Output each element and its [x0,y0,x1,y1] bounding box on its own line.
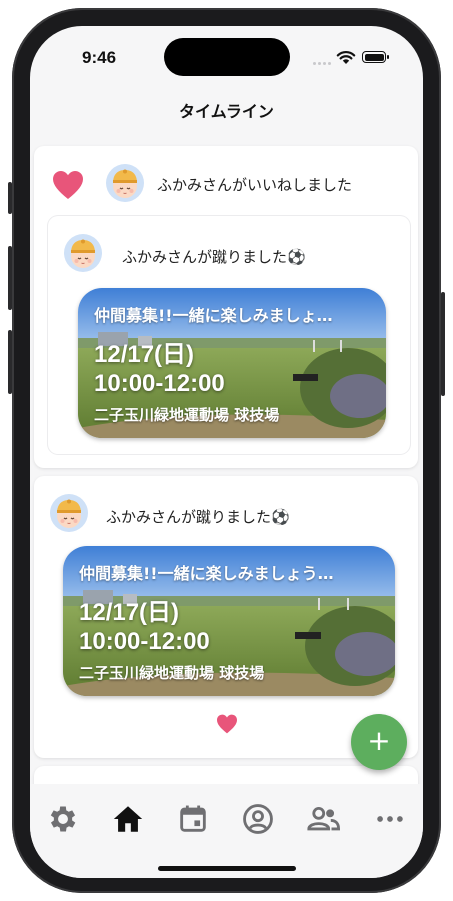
timeline-card-like[interactable]: ふかみさんがいいねしました ふかみさんが蹴りました⚽ 仲間募集!!一緒に楽しみま… [34,146,418,468]
heart-icon[interactable] [52,170,84,200]
home-icon[interactable] [111,802,145,836]
avatar[interactable] [64,234,102,272]
action-button [8,182,12,214]
event-title: 仲間募集!!一緒に楽しみましょ… [94,306,333,325]
volume-down-button [8,330,12,394]
event-time: 10:00-12:00 [79,628,210,655]
friends-icon[interactable] [306,802,340,836]
wifi-icon [336,51,356,64]
page-title: タイムライン [179,102,274,121]
heart-icon[interactable] [216,714,238,734]
profile-icon[interactable] [241,802,275,836]
cellular-signal-icon [313,57,333,65]
calendar-icon[interactable] [176,802,210,836]
avatar[interactable] [106,164,144,202]
avatar[interactable] [50,494,88,532]
event-card[interactable]: 仲間募集!!一緒に楽しみましょう… 12/17(日) 10:00-12:00 二… [63,546,395,696]
event-venue: 二子玉川緑地運動場 球技場 [79,664,265,682]
timeline-card-post[interactable]: ふかみさんが蹴りました⚽ 仲間募集!!一緒に楽しみましょう… 12/17(日) … [34,476,418,758]
volume-up-button [8,246,12,310]
more-icon[interactable] [373,802,407,836]
event-venue: 二子玉川緑地運動場 球技場 [94,406,280,424]
event-date: 12/17(日) [79,599,180,626]
event-time: 10:00-12:00 [94,370,225,397]
like-notification-text: ふかみさんがいいねしました [157,176,353,194]
event-date: 12/17(日) [94,341,195,368]
shared-post-card[interactable]: ふかみさんが蹴りました⚽ 仲間募集!!一緒に楽しみましょ… 12/17(日) 1… [48,216,410,454]
post-text: ふかみさんが蹴りました⚽ [122,248,306,266]
event-card[interactable]: 仲間募集!!一緒に楽しみましょ… 12/17(日) 10:00-12:00 二子… [78,288,386,438]
screen: 9:46 タイムライン ふかみさんがいいねしました ふかみさんが蹴りました⚽ 仲… [30,26,423,878]
status-time: 9:46 [82,48,117,67]
gear-icon[interactable] [46,802,80,836]
event-title: 仲間募集!!一緒に楽しみましょう… [79,564,334,583]
side-button [441,292,445,396]
status-bar: 9:46 [30,26,423,88]
battery-icon [362,51,389,63]
post-text: ふかみさんが蹴りました⚽ [106,508,290,526]
dynamic-island [164,38,290,76]
tab-bar [30,784,423,878]
add-post-button[interactable]: + [351,714,407,770]
home-indicator [158,866,296,871]
